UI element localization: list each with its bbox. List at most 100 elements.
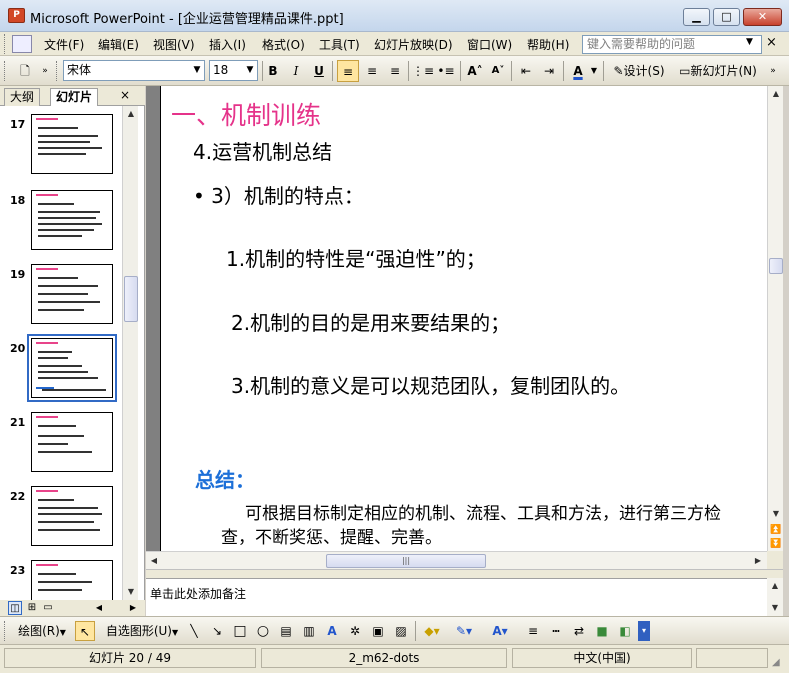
autoshapes-button[interactable]: 自选图形(U)▼ xyxy=(102,621,182,641)
scroll-down-icon[interactable]: ▼ xyxy=(767,600,783,616)
bullets-icon[interactable]: •≡ xyxy=(435,60,457,82)
numbering-icon[interactable]: ⋮≡ xyxy=(412,60,434,82)
toolbar-options-icon[interactable]: ▾ xyxy=(638,621,650,641)
scrollbar-thumb[interactable] xyxy=(124,276,138,322)
slide-summary-text[interactable]: 可根据目标制定相应的机制、流程、工具和方法，进行第三方检 xyxy=(245,499,721,524)
panel-close-button[interactable]: × xyxy=(120,88,130,102)
toolbar-grip[interactable] xyxy=(56,61,59,81)
slide-thumbnail-20[interactable] xyxy=(27,334,117,402)
scroll-left-icon[interactable]: ◀ xyxy=(146,553,162,569)
increase-indent-icon[interactable]: ⇥ xyxy=(538,60,560,82)
font-size-dropdown-icon[interactable]: ▼ xyxy=(243,61,257,79)
slide-summary-text[interactable]: 查，不断奖惩、提醒、完善。 xyxy=(221,523,442,548)
next-slide-icon[interactable]: ⏬ xyxy=(768,536,784,552)
select-objects-icon[interactable]: ↖ xyxy=(75,621,95,641)
picture-icon[interactable]: ▨ xyxy=(391,621,411,641)
scroll-up-icon[interactable]: ▲ xyxy=(123,106,139,122)
scroll-down-icon[interactable]: ▼ xyxy=(768,506,784,522)
slide-subtitle[interactable]: 4.运营机制总结 xyxy=(193,136,332,165)
notes-scrollbar[interactable]: ▲ ▼ xyxy=(767,578,783,616)
help-search-input[interactable]: 键入需要帮助的问题 xyxy=(582,35,762,54)
notes-splitter[interactable] xyxy=(146,569,783,578)
underline-button[interactable]: U xyxy=(308,60,330,82)
slide-thumbnail-18[interactable] xyxy=(31,190,113,250)
scroll-right-icon[interactable]: ▶ xyxy=(750,553,766,569)
align-right-icon[interactable]: ≡ xyxy=(384,60,406,82)
document-close-button[interactable]: × xyxy=(766,35,777,50)
menu-window[interactable]: 窗口(W) xyxy=(467,36,512,53)
slide-summary-label[interactable]: 总结： xyxy=(195,464,255,493)
draw-menu-button[interactable]: 绘图(R)▼ xyxy=(12,621,72,641)
slide-thumbnail-17[interactable] xyxy=(31,114,113,174)
bold-button[interactable]: B xyxy=(262,60,284,82)
slide-thumbnail-19[interactable] xyxy=(31,264,113,324)
menu-edit[interactable]: 编辑(E) xyxy=(98,36,139,53)
scrollbar-thumb[interactable] xyxy=(769,258,783,274)
scroll-right-icon[interactable]: ▶ xyxy=(126,601,140,615)
clipart-icon[interactable]: ▣ xyxy=(368,621,388,641)
tab-outline[interactable]: 大纲 xyxy=(4,88,41,106)
toolbar-options-icon[interactable]: » xyxy=(38,60,52,82)
menu-help[interactable]: 帮助(H) xyxy=(527,36,569,53)
menu-insert[interactable]: 插入(I) xyxy=(209,36,246,53)
vertical-textbox-icon[interactable]: ▥ xyxy=(299,621,319,641)
tab-slides[interactable]: 幻灯片 xyxy=(50,88,99,106)
slide-vertical-scrollbar[interactable]: ▲ ▼ ⏫ ⏬ xyxy=(767,86,783,551)
menu-slideshow[interactable]: 幻灯片放映(D) xyxy=(374,36,453,53)
rectangle-icon[interactable]: □ xyxy=(230,621,250,641)
scroll-down-icon[interactable]: ▼ xyxy=(123,584,139,600)
toolbar-options-icon[interactable]: » xyxy=(766,60,780,82)
increase-font-icon[interactable]: A˄ xyxy=(464,60,486,82)
align-center-icon[interactable]: ≡ xyxy=(361,60,383,82)
scrollbar-thumb[interactable]: ||| xyxy=(326,554,486,568)
normal-view-icon[interactable]: ◫ xyxy=(8,601,22,615)
close-window-button[interactable]: ✕ xyxy=(743,8,782,26)
slide-list-item[interactable]: 1.机制的特性是“强迫性”的； xyxy=(226,243,486,272)
arrow-icon[interactable]: ↘ xyxy=(207,621,227,641)
decrease-font-icon[interactable]: A˅ xyxy=(487,60,509,82)
font-dropdown-icon[interactable]: ▼ xyxy=(190,61,204,79)
slide-bullet[interactable]: • 3）机制的特点： xyxy=(193,180,364,209)
status-template-name[interactable]: 2_m62-dots xyxy=(261,648,507,668)
fill-color-icon[interactable]: ◆▾ xyxy=(420,621,444,641)
toolbar-grip[interactable] xyxy=(4,621,7,641)
line-style-icon[interactable]: ≡ xyxy=(523,621,543,641)
slideshow-view-icon[interactable]: ▭ xyxy=(41,601,55,615)
menu-file[interactable]: 文件(F) xyxy=(44,36,84,53)
help-dropdown-icon[interactable]: ▼ xyxy=(746,37,753,47)
decrease-indent-icon[interactable]: ⇤ xyxy=(515,60,537,82)
diagram-icon[interactable]: ✲ xyxy=(345,621,365,641)
powerpoint-app-icon[interactable]: P xyxy=(8,8,25,23)
slide-thumbnail-22[interactable] xyxy=(31,486,113,546)
slide-thumbnail-23[interactable] xyxy=(31,560,113,600)
slide-title[interactable]: 一、机制训练 xyxy=(171,96,321,132)
slide-horizontal-scrollbar[interactable]: ◀ ||| ▶ xyxy=(146,551,767,569)
scroll-up-icon[interactable]: ▲ xyxy=(768,86,784,102)
shadow-style-icon[interactable]: ■ xyxy=(592,621,612,641)
slide-list-item[interactable]: 2.机制的目的是用来要结果的； xyxy=(231,307,510,336)
font-color-dropdown-icon[interactable]: ▼ xyxy=(589,60,599,82)
notes-pane[interactable]: 单击此处添加备注 xyxy=(146,578,767,616)
font-name-select[interactable]: 宋体 xyxy=(63,60,205,81)
minimize-button[interactable]: ▁ xyxy=(683,8,710,26)
slide-sorter-view-icon[interactable]: ⊞ xyxy=(25,601,39,615)
wordart-icon[interactable]: A xyxy=(322,621,342,641)
italic-button[interactable]: I xyxy=(285,60,307,82)
notes-placeholder[interactable]: 单击此处添加备注 xyxy=(150,585,246,602)
menu-format[interactable]: 格式(O) xyxy=(262,36,305,53)
new-document-icon[interactable]: 🗋 xyxy=(14,60,36,82)
line-color-icon[interactable]: ✎▾ xyxy=(452,621,476,641)
menu-view[interactable]: 视图(V) xyxy=(153,36,195,53)
scroll-up-icon[interactable]: ▲ xyxy=(767,578,783,594)
textbox-icon[interactable]: ▤ xyxy=(276,621,296,641)
line-icon[interactable]: ╲ xyxy=(184,621,204,641)
slide-thumbnail-21[interactable] xyxy=(31,412,113,472)
slide-list-item[interactable]: 3.机制的意义是可以规范团队，复制团队的。 xyxy=(231,370,630,399)
arrow-style-icon[interactable]: ⇄ xyxy=(569,621,589,641)
3d-style-icon[interactable]: ◧ xyxy=(615,621,635,641)
resize-grip-icon[interactable]: ◢ xyxy=(772,657,780,668)
align-left-icon[interactable]: ≡ xyxy=(337,60,359,82)
scroll-left-icon[interactable]: ◀ xyxy=(92,601,106,615)
design-button[interactable]: ✎设计(S) xyxy=(608,60,670,82)
menu-tools[interactable]: 工具(T) xyxy=(319,36,360,53)
